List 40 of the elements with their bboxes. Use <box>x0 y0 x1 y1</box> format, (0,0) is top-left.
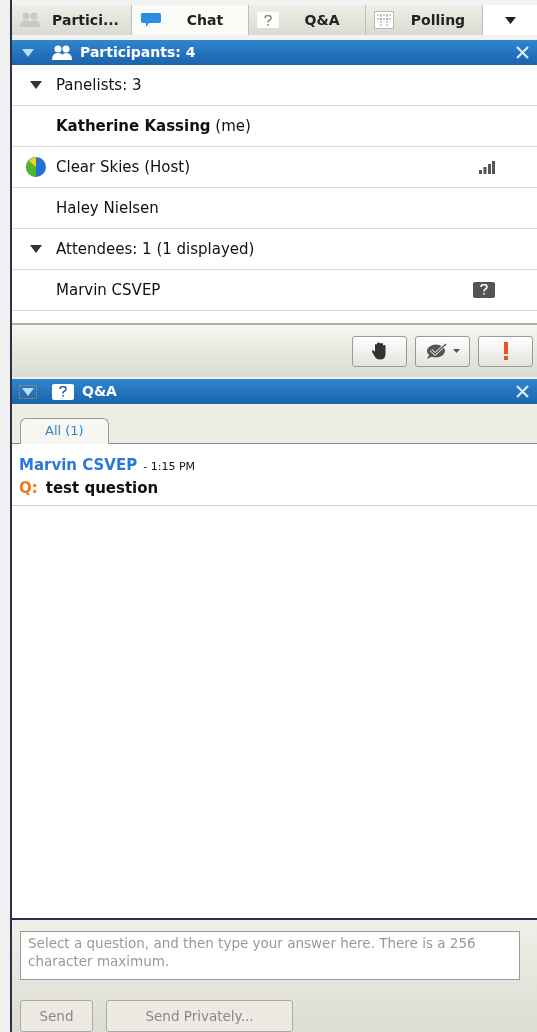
panel-tab[interactable]: Chat <box>132 5 249 35</box>
caret-down-icon <box>452 349 460 353</box>
author-name: Marvin CSVEP <box>19 455 138 476</box>
question-mark-icon <box>473 281 495 298</box>
checkmark-bubble-icon <box>425 342 450 360</box>
raise-hand-button[interactable] <box>352 335 407 367</box>
feedback-button[interactable] <box>415 335 470 367</box>
signal-bars-icon <box>479 160 495 174</box>
question-mark-icon <box>257 12 279 28</box>
timestamp: - 1:15 PM <box>143 459 195 475</box>
group-heading[interactable]: Panelists: 3 <box>56 73 142 97</box>
hand-icon <box>370 342 389 360</box>
caret-down-icon[interactable] <box>30 245 42 253</box>
answer-field[interactable]: Select a question, and then type your answer here. There is a 256 character maximum. <box>20 931 520 980</box>
participant-name[interactable]: Haley Nielsen <box>56 196 159 220</box>
people-icon <box>52 44 72 61</box>
caret-down-icon[interactable] <box>30 81 42 89</box>
group-heading[interactable]: Attendees: 1 (1 displayed) <box>56 237 255 261</box>
participant-name[interactable]: Clear Skies (Host) <box>56 155 191 179</box>
panel-title: Q&A <box>82 382 117 401</box>
filter-tab[interactable]: All (1) <box>20 418 109 444</box>
participant-name[interactable]: Katherine Kassing (me) <box>56 114 251 138</box>
grid-icon <box>374 11 394 29</box>
question-mark-icon <box>52 383 74 400</box>
panel-tab[interactable]: Partici... <box>12 5 132 35</box>
speech-bubble-icon <box>140 12 162 28</box>
close-icon[interactable] <box>516 385 529 398</box>
close-icon[interactable] <box>516 46 529 59</box>
globe-icon <box>25 156 47 178</box>
panel-tab[interactable]: Polling <box>366 5 483 35</box>
caret-down-icon <box>504 16 516 24</box>
participant-name[interactable]: Marvin CSVEP <box>56 278 161 302</box>
panel-title: Participants: 4 <box>80 43 196 62</box>
more-tabs-button[interactable] <box>483 5 537 35</box>
alert-button[interactable] <box>478 335 533 367</box>
question-prefix: Q: <box>19 477 38 499</box>
question-text[interactable]: test question <box>45 476 159 499</box>
panel-tab[interactable]: Q&A <box>249 5 366 35</box>
exclamation-icon <box>502 342 509 360</box>
people-icon <box>20 12 40 28</box>
